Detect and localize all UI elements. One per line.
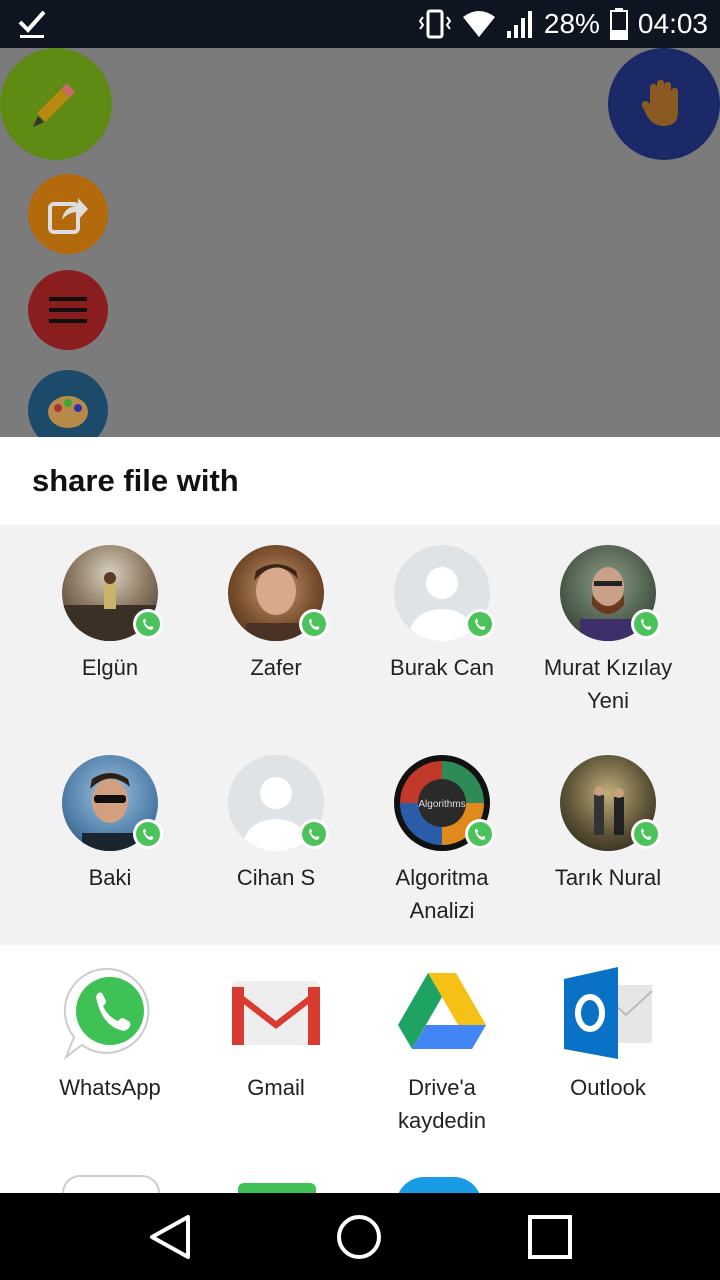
whatsapp-badge-icon — [133, 609, 163, 639]
background-app — [0, 48, 720, 450]
app-label: WhatsApp — [59, 1075, 161, 1100]
app-label: Gmail — [247, 1075, 305, 1100]
whatsapp-badge-icon — [465, 819, 495, 849]
back-icon — [150, 1215, 190, 1259]
whatsapp-badge-icon — [631, 609, 661, 639]
navigation-bar — [0, 1193, 720, 1280]
whatsapp-icon — [62, 965, 158, 1061]
contact-name: Elgün — [81, 655, 139, 680]
vibrate-icon — [418, 9, 452, 39]
direct-share-targets: Elgün Zafer Burak Can Murat Kızılay Yeni… — [0, 525, 720, 945]
direct-share-zafer[interactable]: Zafer — [193, 545, 359, 684]
wifi-icon — [462, 11, 495, 37]
app-outlook[interactable]: Outlook — [525, 965, 691, 1104]
status-bar: 28% 04:03 — [0, 0, 720, 48]
share-icon — [48, 198, 88, 234]
whatsapp-badge-icon — [299, 609, 329, 639]
contact-name: Tarık Nural — [554, 865, 662, 890]
contact-name: Algoritma Analizi — [395, 865, 489, 923]
contact-name: Baki — [88, 865, 132, 890]
app-label: Outlook — [570, 1075, 646, 1100]
direct-share-cihan-s[interactable]: Cihan S — [193, 755, 359, 894]
app-gmail[interactable]: Gmail — [193, 965, 359, 1104]
recents-button[interactable] — [524, 1211, 576, 1263]
direct-share-elgun[interactable]: Elgün — [27, 545, 193, 684]
home-button[interactable] — [333, 1211, 385, 1263]
back-button[interactable] — [144, 1211, 196, 1263]
sheet-title: share file with — [32, 463, 239, 498]
whatsapp-badge-icon — [631, 819, 661, 849]
direct-share-baki[interactable]: Baki — [27, 755, 193, 894]
clock: 04:03 — [637, 8, 708, 39]
signal-icon — [506, 11, 532, 38]
whatsapp-badge-icon — [133, 819, 163, 849]
share-fab[interactable] — [28, 174, 108, 254]
palette-icon — [48, 396, 88, 428]
direct-share-burak-can[interactable]: Burak Can — [359, 545, 525, 684]
app-whatsapp[interactable]: WhatsApp — [27, 965, 193, 1104]
home-icon — [337, 1215, 381, 1259]
app-drive[interactable]: Drive'a kaydedin — [359, 965, 525, 1137]
battery-icon — [609, 8, 628, 40]
contact-name: Cihan S — [236, 865, 316, 890]
app-label: Drive'a kaydedin — [397, 1075, 487, 1133]
share-sheet: share file with Elgün Zafer Burak Can Mu… — [0, 437, 720, 1205]
contact-name: Murat Kızılay Yeni — [543, 655, 673, 713]
edit-fab[interactable] — [0, 48, 112, 160]
hand-fab[interactable] — [608, 48, 720, 160]
pencil-icon — [33, 83, 76, 127]
download-complete-icon — [18, 10, 46, 38]
gmail-icon — [228, 965, 324, 1061]
direct-share-algoritma-analizi[interactable]: Algorithms Algoritma Analizi — [359, 755, 525, 927]
contact-name: Zafer — [250, 655, 302, 680]
battery-percent: 28% — [543, 8, 600, 39]
recents-icon — [528, 1215, 572, 1259]
whatsapp-badge-icon — [465, 609, 495, 639]
menu-icon — [49, 297, 87, 323]
hand-icon — [641, 80, 678, 126]
menu-fab[interactable] — [28, 270, 108, 350]
direct-share-murat-kizilay-yeni[interactable]: Murat Kızılay Yeni — [525, 545, 691, 717]
outlook-icon — [560, 965, 656, 1061]
contact-name: Burak Can — [390, 655, 494, 680]
whatsapp-badge-icon — [299, 819, 329, 849]
algorithms-text: Algorithms — [418, 799, 465, 810]
direct-share-tarik-nural[interactable]: Tarık Nural — [525, 755, 691, 894]
google-drive-icon — [394, 965, 490, 1061]
